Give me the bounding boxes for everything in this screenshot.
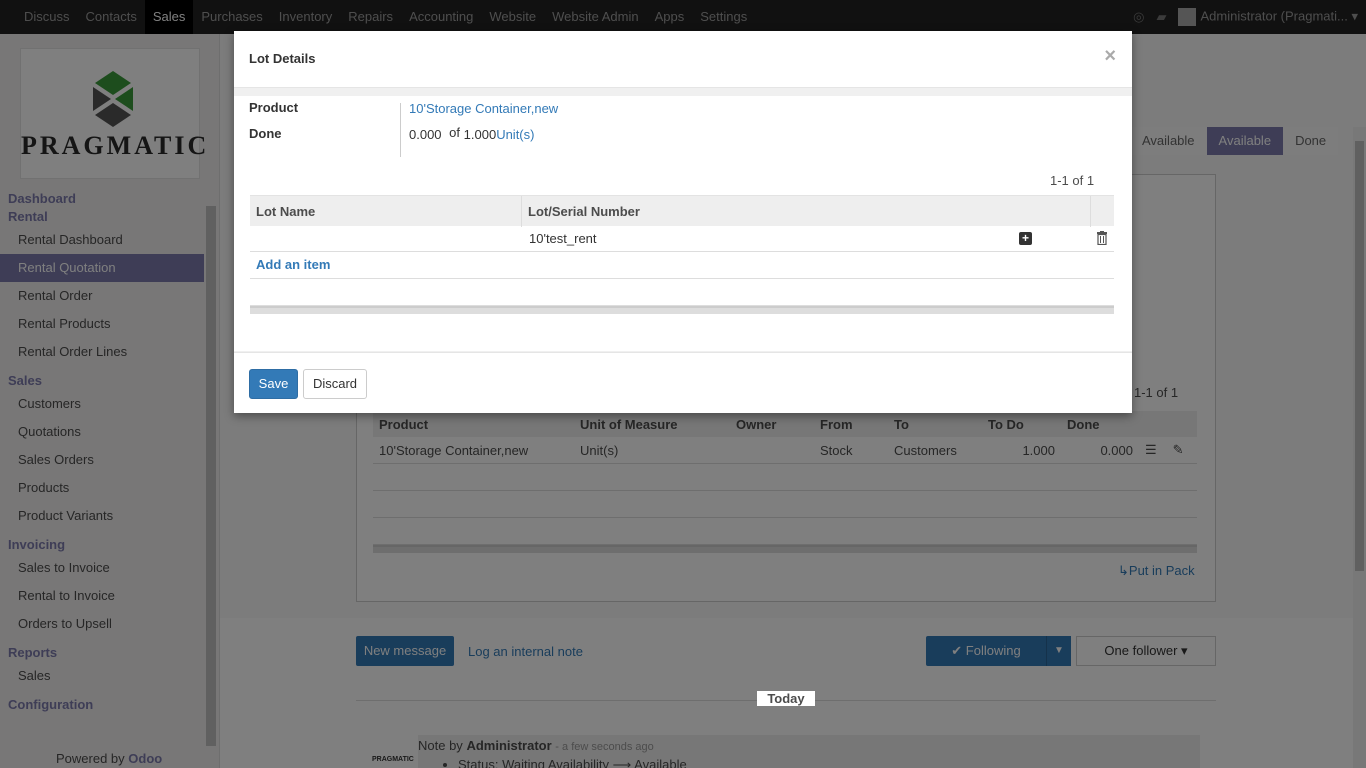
of-text: of [449,125,461,140]
done-label: Done [249,126,282,141]
discard-button[interactable]: Discard [303,369,367,399]
empty-row [250,279,1114,306]
today-label: Today [757,691,815,706]
lot-pager[interactable]: 1-1 of 1 [1050,173,1094,188]
lot-table-header: Lot Name Lot/Serial Number [250,195,1114,227]
save-button[interactable]: Save [249,369,298,399]
done-value[interactable]: 0.000 [409,127,442,142]
product-label: Product [249,100,299,115]
uom-link[interactable]: Unit(s) [496,127,534,142]
lot-form: Product Done 10'Storage Container,new 0.… [234,96,1132,351]
lot-table: Lot Name Lot/Serial Number 10'test_rent … [250,195,1114,314]
dialog-title: Lot Details [249,51,316,66]
close-icon[interactable]: × [1104,45,1116,68]
add-lot-plus-icon[interactable]: + [1019,232,1032,245]
add-item-link[interactable]: Add an item [256,257,330,272]
product-link[interactable]: 10'Storage Container,new [409,101,558,116]
product-value[interactable]: 10'Storage Container,new [409,101,558,116]
total-value: 1.000 [463,127,497,142]
col-lot-serial[interactable]: Lot/Serial Number [522,195,1091,227]
trash-icon[interactable] [1096,231,1108,245]
done-quantity: 0.000 of 1.000Unit(s) [409,125,534,142]
table-row[interactable]: 10'test_rent + [250,226,1114,252]
dialog-footer: Save Discard [234,352,1132,413]
col-lot-name[interactable]: Lot Name [250,195,522,227]
label-divider [400,103,401,157]
table-footer [250,306,1114,314]
dialog-header: Lot Details × [234,31,1132,88]
lot-details-dialog: Lot Details × Product Done 10'Storage Co… [234,31,1132,413]
add-item-row: Add an item [250,252,1114,279]
dialog-body: Product Done 10'Storage Container,new 0.… [234,88,1132,352]
cell-lot-serial[interactable]: 10'test_rent [522,231,1002,246]
